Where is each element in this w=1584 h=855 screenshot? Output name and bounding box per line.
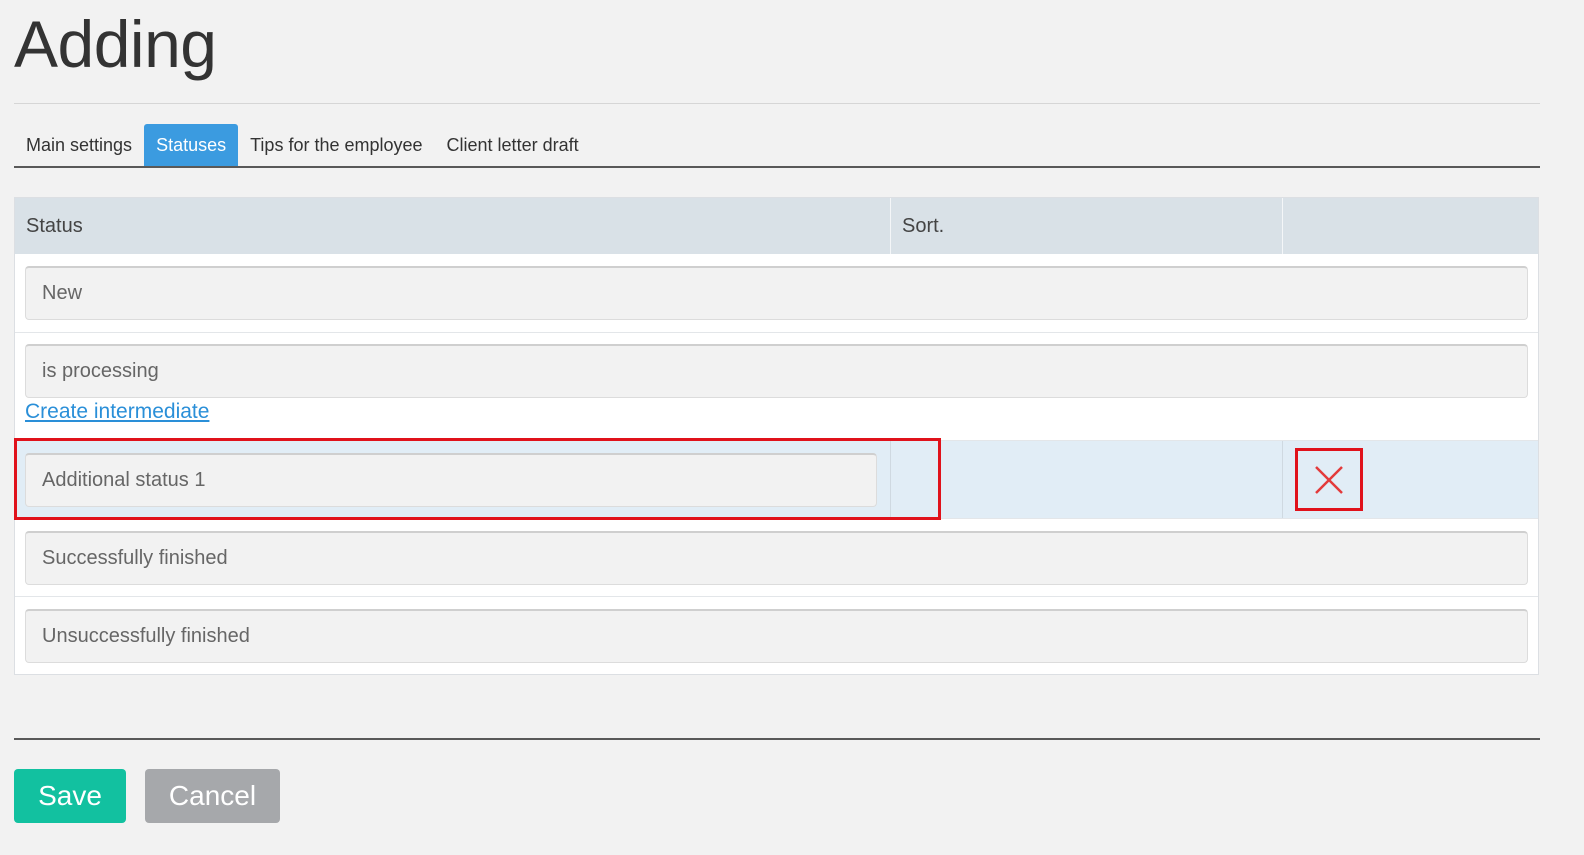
status-cell: Additional status 1 [15, 441, 891, 518]
statuses-table: Status Sort. New is processing Create in… [14, 197, 1539, 675]
status-input-unsuccessfully-finished[interactable]: Unsuccessfully finished [25, 608, 1528, 663]
table-row: New [15, 254, 1538, 332]
table-row: Successfully finished [15, 518, 1538, 596]
tab-client-letter-draft[interactable]: Client letter draft [435, 124, 591, 166]
status-input-successfully-finished[interactable]: Successfully finished [25, 530, 1528, 585]
status-input-is-processing[interactable]: is processing [25, 344, 1528, 398]
title-divider [14, 103, 1540, 104]
tab-bar: Main settings Statuses Tips for the empl… [14, 124, 1540, 168]
actions-cell [1283, 441, 1538, 518]
page-title: Adding [14, 7, 217, 81]
delete-status-button[interactable] [1295, 448, 1363, 511]
column-header-actions [1283, 198, 1538, 254]
status-input-new[interactable]: New [25, 266, 1528, 320]
tab-statuses[interactable]: Statuses [144, 124, 239, 166]
cancel-button[interactable]: Cancel [145, 769, 280, 823]
column-header-sort[interactable]: Sort. [891, 198, 1283, 254]
create-intermediate-link[interactable]: Create intermediate [25, 400, 209, 424]
table-row: is processing Create intermediate [15, 332, 1538, 440]
table-row-additional: Additional status 1 [15, 440, 1538, 518]
sort-cell [891, 441, 1283, 518]
save-button[interactable]: Save [14, 769, 126, 823]
column-header-status: Status [15, 198, 891, 254]
table-header: Status Sort. [15, 198, 1538, 254]
close-icon [1315, 465, 1343, 494]
status-input-additional-1[interactable]: Additional status 1 [25, 452, 877, 507]
tab-main-settings[interactable]: Main settings [14, 124, 144, 166]
tab-tips-for-employee[interactable]: Tips for the employee [238, 124, 434, 166]
table-row: Unsuccessfully finished [15, 596, 1538, 674]
form-footer-divider [14, 738, 1540, 740]
